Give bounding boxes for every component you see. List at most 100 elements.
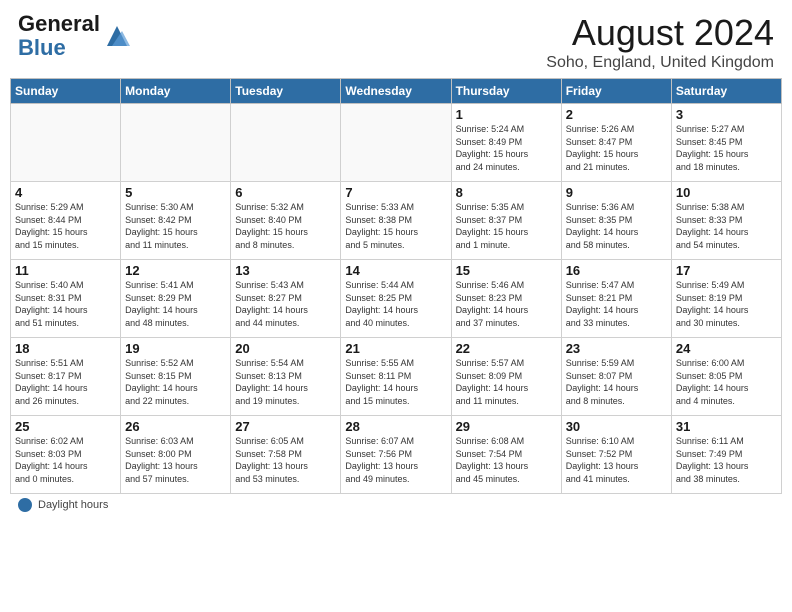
day-number: 30 [566,419,667,434]
logo-icon [102,21,132,51]
day-info: Sunrise: 5:44 AM Sunset: 8:25 PM Dayligh… [345,279,446,329]
day-info: Sunrise: 5:24 AM Sunset: 8:49 PM Dayligh… [456,123,557,173]
day-number: 27 [235,419,336,434]
calendar-cell: 9Sunrise: 5:36 AM Sunset: 8:35 PM Daylig… [561,182,671,260]
calendar-cell: 18Sunrise: 5:51 AM Sunset: 8:17 PM Dayli… [11,338,121,416]
day-info: Sunrise: 5:33 AM Sunset: 8:38 PM Dayligh… [345,201,446,251]
day-info: Sunrise: 6:10 AM Sunset: 7:52 PM Dayligh… [566,435,667,485]
day-number: 9 [566,185,667,200]
calendar-header-monday: Monday [121,79,231,104]
day-info: Sunrise: 6:03 AM Sunset: 8:00 PM Dayligh… [125,435,226,485]
day-number: 16 [566,263,667,278]
calendar-cell: 29Sunrise: 6:08 AM Sunset: 7:54 PM Dayli… [451,416,561,494]
day-info: Sunrise: 5:46 AM Sunset: 8:23 PM Dayligh… [456,279,557,329]
calendar-cell: 6Sunrise: 5:32 AM Sunset: 8:40 PM Daylig… [231,182,341,260]
day-number: 4 [15,185,116,200]
day-number: 6 [235,185,336,200]
calendar-cell: 20Sunrise: 5:54 AM Sunset: 8:13 PM Dayli… [231,338,341,416]
day-info: Sunrise: 6:00 AM Sunset: 8:05 PM Dayligh… [676,357,777,407]
header: General Blue August 2024 Soho, England, … [0,0,792,78]
calendar-cell: 28Sunrise: 6:07 AM Sunset: 7:56 PM Dayli… [341,416,451,494]
day-info: Sunrise: 5:51 AM Sunset: 8:17 PM Dayligh… [15,357,116,407]
day-number: 3 [676,107,777,122]
day-number: 26 [125,419,226,434]
calendar-cell: 13Sunrise: 5:43 AM Sunset: 8:27 PM Dayli… [231,260,341,338]
calendar-week-3: 18Sunrise: 5:51 AM Sunset: 8:17 PM Dayli… [11,338,782,416]
calendar-cell [341,104,451,182]
day-number: 7 [345,185,446,200]
day-number: 15 [456,263,557,278]
day-number: 29 [456,419,557,434]
calendar-cell [11,104,121,182]
day-number: 12 [125,263,226,278]
main-title: August 2024 [546,12,774,54]
calendar-cell: 31Sunrise: 6:11 AM Sunset: 7:49 PM Dayli… [671,416,781,494]
calendar-cell: 5Sunrise: 5:30 AM Sunset: 8:42 PM Daylig… [121,182,231,260]
day-number: 19 [125,341,226,356]
calendar-cell: 4Sunrise: 5:29 AM Sunset: 8:44 PM Daylig… [11,182,121,260]
day-info: Sunrise: 5:43 AM Sunset: 8:27 PM Dayligh… [235,279,336,329]
logo: General Blue [18,12,132,60]
day-number: 22 [456,341,557,356]
footer-dot [18,498,32,512]
day-info: Sunrise: 6:02 AM Sunset: 8:03 PM Dayligh… [15,435,116,485]
calendar-cell: 23Sunrise: 5:59 AM Sunset: 8:07 PM Dayli… [561,338,671,416]
day-number: 11 [15,263,116,278]
day-number: 2 [566,107,667,122]
day-info: Sunrise: 5:30 AM Sunset: 8:42 PM Dayligh… [125,201,226,251]
day-info: Sunrise: 5:47 AM Sunset: 8:21 PM Dayligh… [566,279,667,329]
day-number: 31 [676,419,777,434]
day-number: 24 [676,341,777,356]
day-number: 10 [676,185,777,200]
calendar-header-sunday: Sunday [11,79,121,104]
calendar-cell: 15Sunrise: 5:46 AM Sunset: 8:23 PM Dayli… [451,260,561,338]
day-number: 20 [235,341,336,356]
day-number: 21 [345,341,446,356]
day-number: 17 [676,263,777,278]
calendar-cell: 27Sunrise: 6:05 AM Sunset: 7:58 PM Dayli… [231,416,341,494]
day-info: Sunrise: 5:59 AM Sunset: 8:07 PM Dayligh… [566,357,667,407]
day-info: Sunrise: 5:36 AM Sunset: 8:35 PM Dayligh… [566,201,667,251]
day-number: 8 [456,185,557,200]
day-info: Sunrise: 5:26 AM Sunset: 8:47 PM Dayligh… [566,123,667,173]
calendar-cell: 3Sunrise: 5:27 AM Sunset: 8:45 PM Daylig… [671,104,781,182]
subtitle: Soho, England, United Kingdom [546,54,774,72]
calendar-table: SundayMondayTuesdayWednesdayThursdayFrid… [10,78,782,494]
calendar-cell: 7Sunrise: 5:33 AM Sunset: 8:38 PM Daylig… [341,182,451,260]
calendar-cell: 10Sunrise: 5:38 AM Sunset: 8:33 PM Dayli… [671,182,781,260]
calendar-cell: 22Sunrise: 5:57 AM Sunset: 8:09 PM Dayli… [451,338,561,416]
calendar-cell: 2Sunrise: 5:26 AM Sunset: 8:47 PM Daylig… [561,104,671,182]
title-section: August 2024 Soho, England, United Kingdo… [546,12,774,72]
calendar-wrapper: SundayMondayTuesdayWednesdayThursdayFrid… [0,78,792,494]
logo-blue: Blue [18,35,66,60]
day-number: 13 [235,263,336,278]
day-info: Sunrise: 5:27 AM Sunset: 8:45 PM Dayligh… [676,123,777,173]
day-info: Sunrise: 5:40 AM Sunset: 8:31 PM Dayligh… [15,279,116,329]
day-info: Sunrise: 5:55 AM Sunset: 8:11 PM Dayligh… [345,357,446,407]
calendar-header-saturday: Saturday [671,79,781,104]
calendar-cell: 16Sunrise: 5:47 AM Sunset: 8:21 PM Dayli… [561,260,671,338]
calendar-week-1: 4Sunrise: 5:29 AM Sunset: 8:44 PM Daylig… [11,182,782,260]
calendar-cell: 8Sunrise: 5:35 AM Sunset: 8:37 PM Daylig… [451,182,561,260]
day-info: Sunrise: 6:11 AM Sunset: 7:49 PM Dayligh… [676,435,777,485]
calendar-week-0: 1Sunrise: 5:24 AM Sunset: 8:49 PM Daylig… [11,104,782,182]
day-info: Sunrise: 5:41 AM Sunset: 8:29 PM Dayligh… [125,279,226,329]
day-number: 25 [15,419,116,434]
calendar-cell: 26Sunrise: 6:03 AM Sunset: 8:00 PM Dayli… [121,416,231,494]
day-number: 23 [566,341,667,356]
day-number: 1 [456,107,557,122]
day-number: 18 [15,341,116,356]
footer-label: Daylight hours [38,499,108,511]
day-number: 5 [125,185,226,200]
calendar-header-wednesday: Wednesday [341,79,451,104]
day-info: Sunrise: 5:29 AM Sunset: 8:44 PM Dayligh… [15,201,116,251]
calendar-cell: 14Sunrise: 5:44 AM Sunset: 8:25 PM Dayli… [341,260,451,338]
calendar-week-4: 25Sunrise: 6:02 AM Sunset: 8:03 PM Dayli… [11,416,782,494]
day-info: Sunrise: 6:05 AM Sunset: 7:58 PM Dayligh… [235,435,336,485]
calendar-week-2: 11Sunrise: 5:40 AM Sunset: 8:31 PM Dayli… [11,260,782,338]
calendar-cell: 25Sunrise: 6:02 AM Sunset: 8:03 PM Dayli… [11,416,121,494]
footer: Daylight hours [0,494,792,516]
day-info: Sunrise: 6:07 AM Sunset: 7:56 PM Dayligh… [345,435,446,485]
calendar-cell [121,104,231,182]
day-info: Sunrise: 5:57 AM Sunset: 8:09 PM Dayligh… [456,357,557,407]
